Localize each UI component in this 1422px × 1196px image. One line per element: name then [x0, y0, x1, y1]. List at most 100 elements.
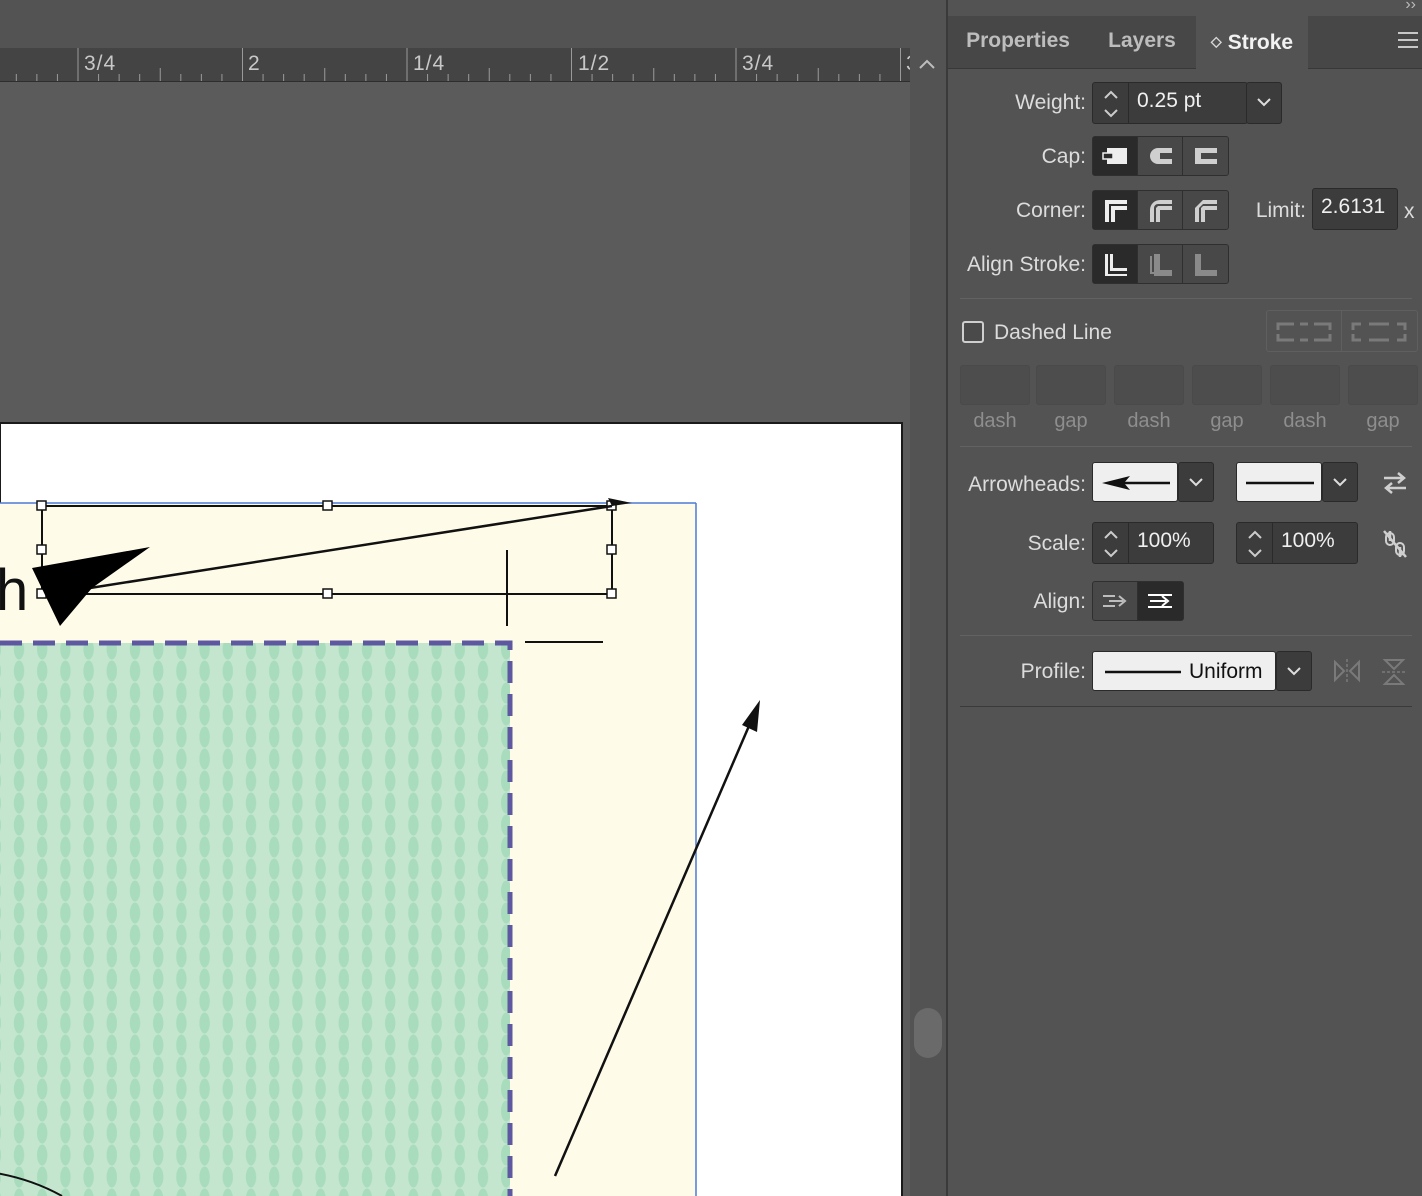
tab-label: Properties	[966, 29, 1070, 52]
scale-label: Scale:	[1027, 532, 1086, 555]
gap-field[interactable]	[1192, 365, 1262, 405]
weight-dropdown[interactable]	[1246, 82, 1282, 124]
limit-suffix: x	[1404, 200, 1415, 223]
scale-stepper[interactable]	[1093, 523, 1129, 563]
stepper-icon	[1104, 530, 1118, 558]
divider	[960, 446, 1412, 447]
profile-value: Uniform	[1189, 660, 1263, 683]
align-center-icon	[1105, 254, 1127, 276]
collapse-panel-icon[interactable]: ››	[1405, 0, 1416, 14]
artwork-layer[interactable]: h	[0, 82, 910, 1196]
dash-field[interactable]	[1114, 365, 1184, 405]
weight-value: 0.25 pt	[1137, 89, 1202, 112]
flip-vertical-icon[interactable]	[1380, 657, 1408, 687]
end-scale-value: 100%	[1281, 529, 1335, 552]
scale-stepper[interactable]	[1237, 523, 1273, 563]
dash-field-label: dash	[1283, 410, 1327, 432]
end-arrowhead-dropdown[interactable]	[1322, 462, 1358, 502]
vertical-scrollbar[interactable]	[910, 82, 946, 1196]
dash-field[interactable]	[960, 365, 1030, 405]
profile-label: Profile:	[1020, 660, 1086, 683]
align-label: Align:	[1033, 590, 1086, 613]
gap-field-label: gap	[1054, 410, 1088, 432]
align-stroke-label: Align Stroke:	[966, 253, 1086, 276]
dashed-line-label: Dashed Line	[994, 321, 1112, 344]
stroke-panel: ›› Properties Layers ◇ Stroke Weight: 0.2…	[946, 0, 1422, 1196]
round-join-button[interactable]	[1138, 191, 1183, 229]
tab-stroke[interactable]: ◇ Stroke	[1196, 16, 1308, 70]
horizontal-ruler[interactable]: 3/4 2 1/4 1/2 3/4 3	[0, 48, 910, 82]
dash-corner-icon	[1276, 322, 1332, 342]
scroll-up-corner[interactable]	[910, 48, 946, 82]
weight-stepper[interactable]	[1093, 83, 1129, 123]
miter-join-button[interactable]	[1093, 191, 1138, 229]
cap-label: Cap:	[1041, 145, 1086, 168]
end-arrowhead-select[interactable]	[1236, 462, 1322, 502]
bevel-join-button[interactable]	[1183, 191, 1228, 229]
ruler-label: 1/2	[578, 52, 611, 75]
tab-properties[interactable]: Properties	[948, 16, 1088, 69]
ruler-label: 1/4	[413, 52, 446, 75]
flip-horizontal-icon[interactable]	[1332, 657, 1362, 685]
place-at-end-button[interactable]	[1138, 582, 1183, 620]
corner-buttons	[1092, 190, 1229, 230]
profile-select[interactable]: Uniform	[1092, 651, 1276, 691]
diamond-icon: ◇	[1210, 33, 1222, 49]
tab-layers[interactable]: Layers	[1090, 16, 1194, 69]
place-at-end-icon	[1148, 594, 1172, 608]
divider	[960, 635, 1412, 636]
miter-join-icon	[1105, 200, 1127, 222]
end-scale-field[interactable]: 100%	[1236, 522, 1358, 564]
limit-value: 2.6131	[1321, 195, 1386, 218]
chevron-up-icon	[919, 59, 935, 69]
start-scale-field[interactable]: 100%	[1092, 522, 1214, 564]
start-arrowhead-select[interactable]	[1092, 462, 1178, 502]
limit-field[interactable]: 2.6131	[1312, 188, 1398, 230]
ruler-label: 3/4	[742, 52, 775, 75]
dash-align-icon	[1351, 322, 1407, 342]
unlink-icon[interactable]	[1380, 527, 1410, 561]
gap-field-label: gap	[1210, 410, 1244, 432]
arrowheads-label: Arrowheads:	[968, 473, 1086, 496]
panel-menu-icon[interactable]	[1398, 32, 1418, 50]
tab-label: Stroke	[1227, 31, 1294, 54]
align-inside-icon	[1150, 254, 1172, 276]
dash-alignment-buttons	[1266, 310, 1418, 352]
dash-field[interactable]	[1270, 365, 1340, 405]
arrow-align-buttons	[1092, 581, 1184, 621]
align-inside-button[interactable]	[1138, 245, 1183, 283]
butt-cap-button[interactable]	[1093, 137, 1138, 175]
scrollbar-thumb[interactable]	[914, 1008, 942, 1058]
align-stroke-buttons	[1092, 244, 1229, 284]
canvas-top-bar	[0, 0, 946, 48]
gap-field[interactable]	[1036, 365, 1106, 405]
align-dashes-button[interactable]	[1342, 311, 1417, 351]
align-center-button[interactable]	[1093, 245, 1138, 283]
dash-field-label: dash	[1127, 410, 1171, 432]
weight-field[interactable]: 0.25 pt	[1092, 82, 1248, 124]
profile-dropdown[interactable]	[1276, 651, 1312, 691]
start-scale-value: 100%	[1137, 529, 1191, 552]
round-cap-button[interactable]	[1138, 137, 1183, 175]
dashed-line-checkbox[interactable]	[962, 321, 984, 343]
dash-field-label: dash	[973, 410, 1017, 432]
divider	[960, 298, 1412, 299]
gap-field[interactable]	[1348, 365, 1418, 405]
plain-line-icon	[1246, 481, 1314, 485]
round-cap-icon	[1150, 148, 1172, 164]
stepper-icon	[1248, 530, 1262, 558]
projecting-cap-button[interactable]	[1183, 137, 1228, 175]
tab-label: Layers	[1108, 29, 1176, 52]
partial-text[interactable]: h	[0, 558, 28, 623]
uniform-profile-icon	[1105, 670, 1181, 674]
start-arrowhead-dropdown[interactable]	[1178, 462, 1214, 502]
limit-label: Limit:	[1255, 199, 1306, 222]
extend-arrow-tip-button[interactable]	[1093, 582, 1138, 620]
chevron-down-icon	[1257, 98, 1271, 107]
weight-label: Weight:	[1015, 91, 1086, 114]
projecting-cap-icon	[1195, 148, 1217, 164]
align-outside-button[interactable]	[1183, 245, 1228, 283]
stepper-icon	[1104, 90, 1118, 118]
swap-arrows-icon[interactable]	[1380, 469, 1410, 497]
preserve-dashes-button[interactable]	[1267, 311, 1342, 351]
